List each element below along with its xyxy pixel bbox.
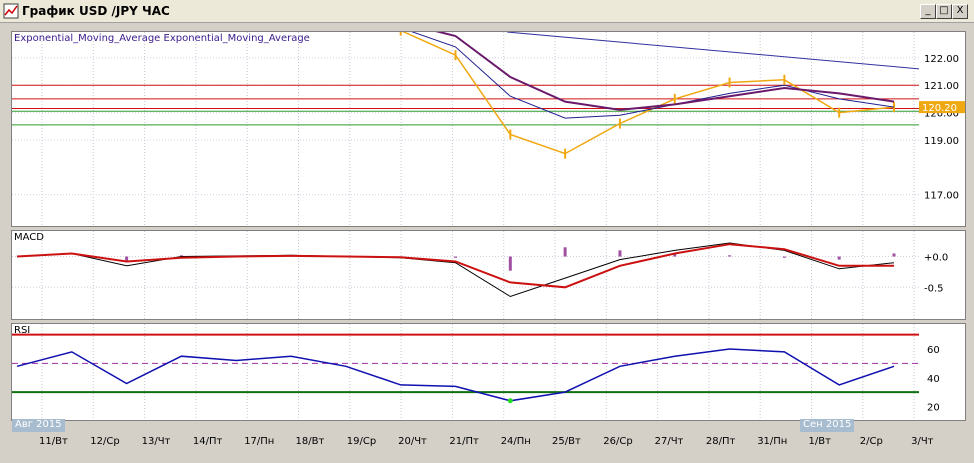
rsi-y-tick: 20 <box>927 403 940 414</box>
price-y-tick: 121.00 <box>924 81 959 92</box>
minimize-button[interactable]: _ <box>920 4 936 19</box>
price-y-tick: 117.00 <box>924 191 959 202</box>
macd-panel: MACD <box>11 230 920 320</box>
price-chart <box>12 32 919 226</box>
x-tick-label: 25/Вт <box>552 436 581 447</box>
x-tick-label: 12/Ср <box>90 436 120 447</box>
close-button[interactable]: X <box>952 4 968 19</box>
current-price-label: 120.20 <box>922 103 957 114</box>
x-axis: 11/Вт 12/Ср 13/Чт 14/Пт 17/Пн 18/Вт 19/Ср 20/Чт… <box>11 433 966 453</box>
x-tick-label: 2/Ср <box>859 436 883 447</box>
rsi-y-axis: 60 40 20 <box>919 323 966 421</box>
macd-line <box>16 242 895 298</box>
rsi-y-tick: 60 <box>927 345 940 356</box>
x-tick-label: 14/Пт <box>192 436 223 447</box>
x-tick-label: 17/Пн <box>244 436 275 447</box>
trendline <box>506 32 919 70</box>
window-title: График USD /JPY ЧАС <box>22 4 170 18</box>
x-tick-label: 1/Вт <box>808 436 831 447</box>
price-y-tick: 119.00 <box>924 136 959 147</box>
x-tick-label: 18/Вт <box>295 436 325 447</box>
macd-chart <box>12 231 919 319</box>
x-tick-label: 13/Чт <box>141 436 171 447</box>
x-tick-label: 20/Чт <box>398 436 427 447</box>
chart-app-icon <box>3 3 19 19</box>
x-tick-label: 19/Ср <box>346 436 377 447</box>
month-marker-sep: Сен 2015 <box>800 419 855 432</box>
rsi-label: RSI <box>14 325 31 336</box>
title-bar: График USD /JPY ЧАС _ □ X <box>0 0 974 23</box>
macd-signal-line <box>16 243 894 289</box>
rsi-chart <box>12 324 919 420</box>
x-tick-label: 3/Чт <box>911 436 934 447</box>
price-panel: Exponential_Moving_Average Exponential_M… <box>11 31 920 227</box>
restore-button[interactable]: □ <box>936 4 952 19</box>
x-tick-label: 21/Пт <box>449 436 479 447</box>
x-tick-label: 28/Пт <box>705 436 736 447</box>
ema-legend: Exponential_Moving_Average Exponential_M… <box>14 33 310 44</box>
ema-fast-line <box>411 32 895 119</box>
x-tick-label: 27/Чт <box>654 436 684 447</box>
macd-y-tick: -0.5 <box>924 283 944 294</box>
x-tick-label: 31/Пн <box>757 436 788 447</box>
month-marker-aug: Авг 2015 <box>12 419 65 432</box>
macd-y-tick: +0.0 <box>924 253 948 264</box>
x-tick-label: 11/Вт <box>39 436 68 447</box>
macd-label: MACD <box>14 232 44 243</box>
x-tick-label: 26/Ср <box>603 436 633 447</box>
x-tick-label: 24/Пн <box>500 436 531 447</box>
rsi-panel: RSI <box>11 323 920 421</box>
macd-y-axis: +0.0 -0.5 <box>919 230 966 320</box>
price-y-axis: 122.00 121.00 120.00 119.00 117.00 120.20 <box>919 31 966 227</box>
rsi-y-tick: 40 <box>927 374 940 385</box>
price-y-tick: 122.00 <box>924 54 959 65</box>
rsi-oversold-point <box>507 398 513 404</box>
